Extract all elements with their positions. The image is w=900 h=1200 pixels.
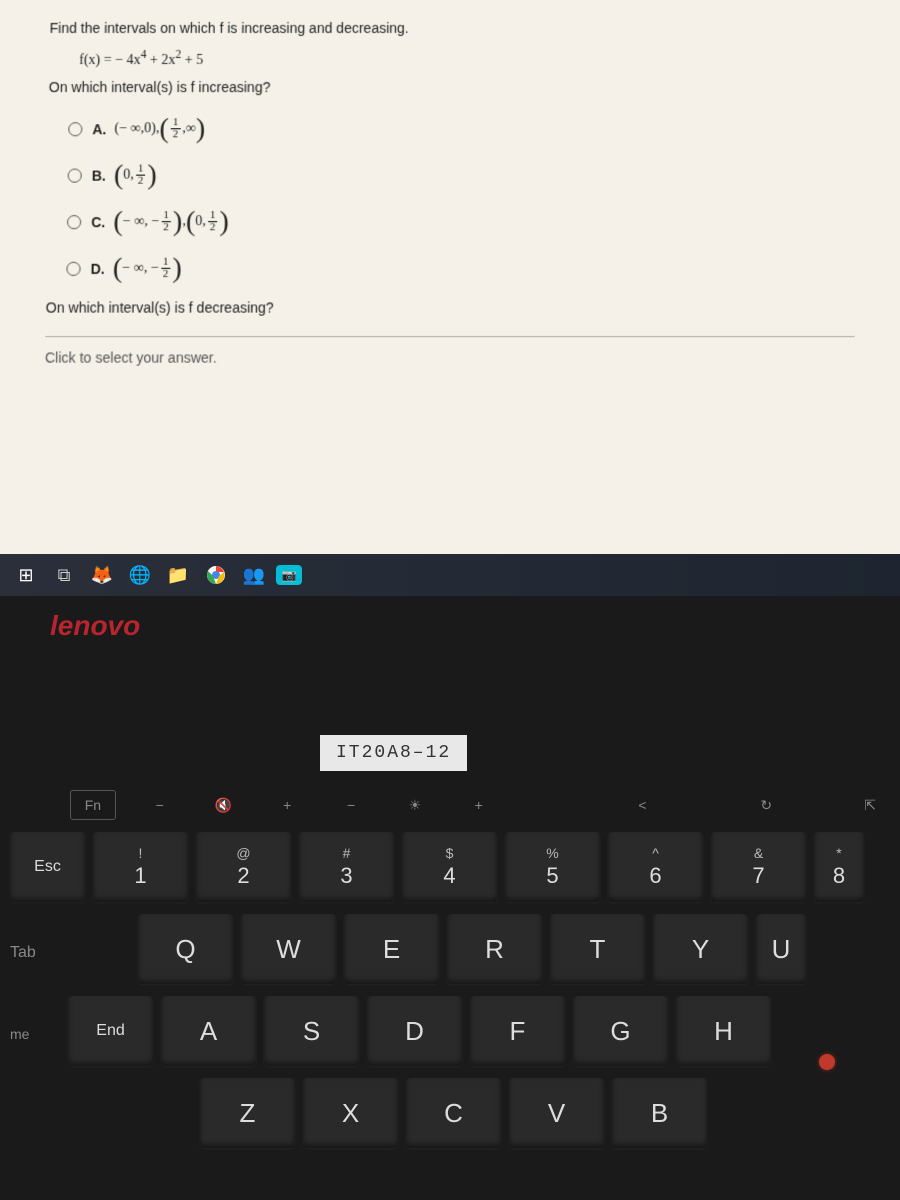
app-icon[interactable]: 👥 [238,559,270,591]
click-prompt: Click to select your answer. [45,349,855,365]
radio-icon [67,215,81,229]
fn-row: Fn − 🔇 + − ☀ + < ↻ ⇱ [10,790,890,820]
key-g[interactable]: G [573,996,668,1066]
esc-key[interactable]: Esc [10,832,85,902]
key-x[interactable]: X [303,1078,398,1148]
key-c[interactable]: C [406,1078,501,1148]
option-label: D. [91,260,105,276]
edge-icon[interactable]: 🌐 [124,559,156,591]
key-r[interactable]: R [447,914,542,984]
lenovo-logo: lenovo [50,610,140,642]
option-a[interactable]: A. (− ∞,0), ( 12 ,∞ ) [68,113,852,145]
number-row: Esc !1 @2 #3 $4 %5 ^6 &7 *8 [10,832,890,902]
fn-key[interactable]: ⇱ [850,790,890,820]
divider [45,336,854,337]
key-8[interactable]: *8 [814,832,864,902]
formula: f(x) = − 4x4 + 2x2 + 5 [79,48,851,69]
fn-key[interactable]: < [623,790,663,820]
qwerty-row: Tab Q W E R T Y U [10,914,890,984]
sub-question-decreasing: On which interval(s) is f decreasing? [46,299,855,315]
radio-icon [66,261,80,275]
option-label: A. [92,121,106,137]
option-c-math: ( − ∞, − 12 ), ( 0, 12 ) [113,206,229,238]
option-b-math: ( 0, 12 ) [114,159,157,191]
key-7[interactable]: &7 [711,832,806,902]
tab-key[interactable]: Tab [10,914,60,984]
fn-key[interactable]: Fn [70,790,116,820]
option-b[interactable]: B. ( 0, 12 ) [67,159,852,191]
option-label: C. [91,214,105,230]
file-explorer-icon[interactable]: 📁 [162,559,194,591]
key-q[interactable]: Q [138,914,233,984]
key-w[interactable]: W [241,914,336,984]
option-label: B. [92,167,106,183]
key-b[interactable]: B [612,1078,707,1148]
key-h[interactable]: H [676,996,771,1066]
key-t[interactable]: T [550,914,645,984]
mute-icon[interactable]: 🔇 [204,790,244,820]
chrome-icon[interactable] [200,559,232,591]
key-1[interactable]: !1 [93,832,188,902]
option-d-math: ( − ∞, − 12 ) [113,252,182,285]
key-3[interactable]: #3 [299,832,394,902]
brightness-icon[interactable]: ☀ [395,790,435,820]
end-key[interactable]: End [68,996,153,1066]
option-c[interactable]: C. ( − ∞, − 12 ), ( 0, 12 ) [67,206,853,238]
key-a[interactable]: A [161,996,256,1066]
taskbar: ⊞ ⧉ 🦊 🌐 📁 👥 📷 [0,554,900,596]
fn-key[interactable]: + [459,790,499,820]
fn-key[interactable]: − [331,790,371,820]
key-d[interactable]: D [367,996,462,1066]
key-5[interactable]: %5 [505,832,600,902]
key-z[interactable]: Z [200,1078,295,1148]
keyboard: Fn − 🔇 + − ☀ + < ↻ ⇱ Esc !1 @2 #3 $4 %5 … [0,790,900,1160]
zxcv-row: Z X C V B [10,1078,890,1148]
windows-start-icon[interactable]: ⊞ [10,559,42,591]
model-sticker: IT20A8–12 [320,735,467,771]
key-v[interactable]: V [509,1078,604,1148]
fn-key[interactable]: − [140,790,180,820]
home-key-partial[interactable]: me [10,996,40,1066]
task-view-icon[interactable]: ⧉ [48,559,80,591]
key-f[interactable]: F [470,996,565,1066]
camera-icon[interactable]: 📷 [276,565,302,585]
key-u[interactable]: U [756,914,806,984]
option-a-math: (− ∞,0), ( 12 ,∞ ) [114,113,205,145]
key-s[interactable]: S [264,996,359,1066]
key-e[interactable]: E [344,914,439,984]
radio-icon [68,168,82,182]
radio-icon [68,122,82,136]
firefox-icon[interactable]: 🦊 [86,559,118,591]
key-y[interactable]: Y [653,914,748,984]
refresh-icon[interactable]: ↻ [746,790,786,820]
question-title: Find the intervals on which f is increas… [49,20,850,36]
key-2[interactable]: @2 [196,832,291,902]
trackpoint[interactable] [819,1054,835,1070]
key-6[interactable]: ^6 [608,832,703,902]
fn-key[interactable]: + [267,790,307,820]
key-4[interactable]: $4 [402,832,497,902]
option-d[interactable]: D. ( − ∞, − 12 ) [66,252,854,285]
asdf-row: me End A S D F G H [10,996,890,1066]
sub-question-increasing: On which interval(s) is f increasing? [49,79,852,95]
